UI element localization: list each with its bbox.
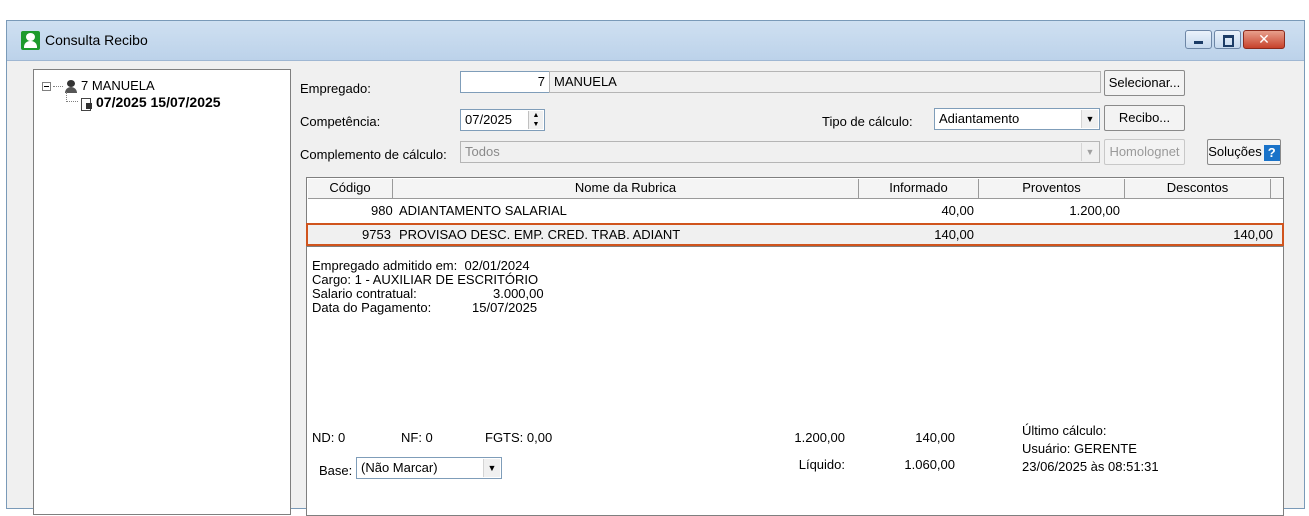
competencia-spinner[interactable]: ▲ ▼ — [528, 111, 543, 129]
tipo-calculo-select[interactable]: Adiantamento ▼ — [934, 108, 1100, 130]
pagamento-value: 15/07/2025 — [472, 300, 538, 315]
tipo-calculo-label: Tipo de cálculo: — [822, 114, 913, 129]
admitido-value: 02/01/2024 — [464, 258, 530, 273]
tree-period-label: 07/2025 15/07/2025 — [96, 94, 221, 110]
empregado-label: Empregado: — [300, 81, 371, 96]
salario-label: Salario contratual: — [312, 286, 417, 301]
maximize-button[interactable] — [1214, 30, 1241, 49]
nd-count: ND: 0 — [312, 430, 346, 445]
solucoes-button[interactable]: Soluções? — [1207, 139, 1281, 165]
tree-node-period[interactable]: 07/2025 15/07/2025 — [66, 92, 221, 112]
rubricas-grid[interactable]: Código Nome da Rubrica Informado Provent… — [306, 177, 1284, 247]
title-bar: Consulta Recibo ✕ — [7, 21, 1304, 61]
column-header-codigo[interactable]: Código — [308, 179, 393, 199]
total-proventos: 1.200,00 — [794, 430, 845, 445]
empregado-code-input[interactable]: 7 — [460, 71, 550, 93]
details-panel: Empregado admitido em: 02/01/2024 Cargo:… — [306, 247, 1284, 516]
column-header-descontos[interactable]: Descontos — [1125, 179, 1271, 199]
app-person-icon — [21, 31, 40, 50]
tree-connector — [66, 92, 78, 102]
receipt-icon — [79, 97, 93, 112]
tree-employee-label: 7 MANUELA — [81, 78, 155, 93]
tree-node-employee[interactable]: 7 MANUELA — [42, 78, 155, 94]
chevron-down-icon[interactable]: ▼ — [483, 459, 500, 477]
minimize-button[interactable] — [1185, 30, 1212, 49]
base-value: (Não Marcar) — [361, 460, 438, 475]
help-icon: ? — [1263, 144, 1280, 161]
complemento-value: Todos — [465, 144, 500, 159]
spin-up-icon[interactable]: ▲ — [529, 111, 543, 120]
employee-tree[interactable]: 7 MANUELA 07/2025 15/07/2025 — [33, 69, 291, 515]
collapse-icon[interactable] — [42, 82, 51, 92]
selecionar-button[interactable]: Selecionar... — [1104, 70, 1185, 96]
total-descontos: 140,00 — [915, 430, 955, 445]
spin-down-icon[interactable]: ▼ — [529, 120, 543, 129]
salario-value: 3.000,00 — [493, 286, 544, 301]
chevron-down-icon: ▼ — [1081, 143, 1098, 161]
cell-informado: 40,00 — [941, 203, 974, 218]
competencia-input[interactable]: 07/2025 ▲ ▼ — [460, 109, 545, 131]
cargo-line: Cargo: 1 - AUXILIAR DE ESCRITÓRIO — [312, 272, 539, 287]
empregado-name-field: MANUELA — [549, 71, 1101, 93]
liquido-label: Líquido: — [798, 457, 845, 472]
chevron-down-icon[interactable]: ▼ — [1081, 110, 1098, 128]
consulta-recibo-window: Consulta Recibo ✕ 7 MANUELA 07/2025 15/0… — [6, 20, 1305, 516]
column-header-extra — [1271, 179, 1283, 199]
usuario-label: Usuário: GERENTE — [1022, 441, 1137, 456]
admitido-label: Empregado admitido em: — [312, 258, 458, 273]
nf-count: NF: 0 — [401, 430, 433, 445]
base-select[interactable]: (Não Marcar) ▼ — [356, 457, 502, 479]
admitido-line: Empregado admitido em: 02/01/2024 — [312, 259, 530, 273]
selected-row-outline — [306, 223, 1284, 246]
complemento-select: Todos ▼ — [460, 141, 1100, 163]
tree-connector — [53, 86, 63, 88]
competencia-value: 07/2025 — [465, 112, 512, 127]
solucoes-label: Soluções — [1208, 144, 1262, 159]
window-title: Consulta Recibo — [45, 32, 148, 48]
data-calculo: 23/06/2025 às 08:51:31 — [1022, 459, 1159, 474]
competencia-label: Competência: — [300, 114, 381, 129]
column-header-nome[interactable]: Nome da Rubrica — [393, 179, 859, 199]
fgts-value: FGTS: 0,00 — [485, 430, 553, 445]
cell-nome: ADIANTAMENTO SALARIAL — [399, 203, 567, 218]
base-label: Base: — [319, 463, 353, 478]
pagamento-label: Data do Pagamento: — [312, 300, 432, 315]
cell-proventos: 1.200,00 — [1069, 203, 1120, 218]
cell-codigo: 980 — [371, 203, 393, 218]
close-icon: ✕ — [1258, 31, 1270, 47]
homolognet-button: Homolognet — [1104, 139, 1185, 165]
complemento-label: Complemento de cálculo: — [300, 147, 447, 162]
recibo-button[interactable]: Recibo... — [1104, 105, 1185, 131]
column-header-proventos[interactable]: Proventos — [979, 179, 1125, 199]
ultimo-calculo-label: Último cálculo: — [1022, 423, 1107, 438]
tipo-calculo-value: Adiantamento — [939, 111, 1020, 126]
liquido-value: 1.060,00 — [904, 457, 955, 472]
close-button[interactable]: ✕ — [1243, 30, 1285, 49]
column-header-informado[interactable]: Informado — [859, 179, 979, 199]
